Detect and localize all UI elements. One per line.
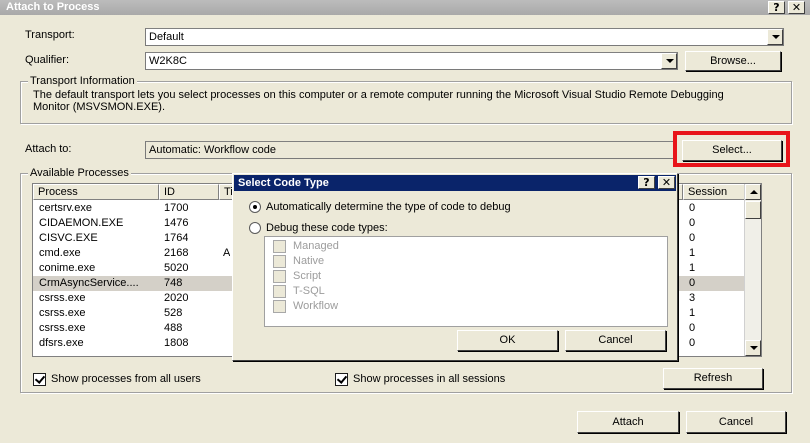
process-name: CISVC.EXE — [39, 232, 98, 244]
help-icon[interactable]: ? — [768, 1, 785, 14]
process-id: 1764 — [164, 232, 189, 244]
native-label: Native — [293, 255, 325, 267]
browse-button[interactable]: Browse... — [685, 51, 781, 71]
dialog-ok-button[interactable]: OK — [457, 330, 558, 351]
column-header-id[interactable]: ID — [159, 184, 219, 200]
process-session: 3 — [689, 292, 696, 304]
qualifier-value: W2K8C — [149, 55, 187, 67]
transport-info-title: Transport Information — [28, 75, 137, 87]
scroll-up-icon[interactable] — [745, 184, 761, 200]
transport-value: Default — [149, 31, 184, 43]
dialog-title: Select Code Type — [238, 177, 329, 189]
column-header-session[interactable]: Session — [683, 184, 745, 200]
script-checkbox[interactable] — [273, 270, 286, 283]
process-id: 528 — [164, 307, 183, 319]
process-name: csrss.exe — [39, 292, 86, 304]
workflow-label: Workflow — [293, 300, 339, 312]
auto-detect-radio[interactable] — [249, 201, 261, 213]
process-name: CIDAEMON.EXE — [39, 217, 124, 229]
debug-these-label: Debug these code types: — [266, 222, 388, 234]
show-all-sessions-label: Show processes in all sessions — [353, 373, 506, 385]
managed-label: Managed — [293, 240, 339, 252]
window-titlebar: Attach to Process ? ✕ — [0, 0, 810, 15]
process-id: 1700 — [164, 202, 189, 214]
show-all-users-label: Show processes from all users — [51, 373, 201, 385]
process-name: certsrv.exe — [39, 202, 92, 214]
process-session: 0 — [689, 232, 696, 244]
attach-to-label: Attach to: — [25, 143, 72, 155]
process-session: 0 — [689, 337, 696, 349]
transport-combo[interactable]: Default — [145, 28, 784, 46]
select-highlight-box — [673, 131, 790, 167]
scroll-thumb[interactable] — [745, 201, 761, 219]
qualifier-label: Qualifier: — [25, 54, 70, 66]
process-session: 0 — [689, 217, 696, 229]
chevron-down-icon[interactable] — [661, 53, 677, 69]
transport-label: Transport: — [25, 29, 75, 41]
select-code-type-dialog: Select Code Type ? ✕ Automatically deter… — [232, 173, 678, 361]
process-title: A — [223, 247, 231, 259]
process-name: csrss.exe — [39, 322, 86, 334]
process-list-scrollbar[interactable] — [744, 184, 761, 356]
process-session: 0 — [689, 322, 696, 334]
dialog-titlebar: Select Code Type ? ✕ — [234, 175, 676, 191]
process-name: cmd.exe — [39, 247, 81, 259]
process-id: 2168 — [164, 247, 189, 259]
dialog-cancel-button[interactable]: Cancel — [565, 330, 666, 351]
process-name: dfsrs.exe — [39, 337, 84, 349]
qualifier-combo[interactable]: W2K8C — [145, 52, 678, 70]
process-session: 0 — [689, 277, 696, 289]
process-session: 1 — [689, 262, 696, 274]
script-label: Script — [293, 270, 322, 282]
process-name: csrss.exe — [39, 307, 86, 319]
window-title: Attach to Process — [6, 1, 100, 13]
process-id: 748 — [164, 277, 183, 289]
workflow-checkbox[interactable] — [273, 300, 286, 313]
cancel-button[interactable]: Cancel — [686, 411, 786, 433]
attach-to-field: Automatic: Workflow code — [145, 141, 675, 159]
managed-checkbox[interactable] — [273, 240, 286, 253]
transport-info-text: The default transport lets you select pr… — [33, 89, 724, 113]
process-session: 1 — [689, 247, 696, 259]
debug-these-radio[interactable] — [249, 222, 261, 234]
close-icon[interactable]: ✕ — [788, 1, 805, 14]
show-all-sessions-checkbox[interactable] — [335, 373, 348, 386]
refresh-button[interactable]: Refresh — [663, 368, 763, 389]
available-processes-title: Available Processes — [28, 167, 131, 179]
process-id: 2020 — [164, 292, 189, 304]
scroll-down-icon[interactable] — [745, 340, 761, 356]
process-session: 1 — [689, 307, 696, 319]
process-id: 5020 — [164, 262, 189, 274]
process-id: 488 — [164, 322, 183, 334]
tsql-label: T-SQL — [293, 285, 325, 297]
attach-to-value: Automatic: Workflow code — [149, 144, 276, 156]
process-session: 0 — [689, 202, 696, 214]
process-name: conime.exe — [39, 262, 96, 274]
process-name: CrmAsyncService.... — [39, 277, 139, 289]
auto-detect-label: Automatically determine the type of code… — [266, 201, 511, 213]
close-icon[interactable]: ✕ — [658, 176, 675, 189]
help-icon[interactable]: ? — [638, 176, 655, 189]
process-id: 1808 — [164, 337, 189, 349]
process-id: 1476 — [164, 217, 189, 229]
chevron-down-icon[interactable] — [767, 29, 783, 45]
native-checkbox[interactable] — [273, 255, 286, 268]
attach-button[interactable]: Attach — [577, 411, 679, 433]
column-header-process[interactable]: Process — [33, 184, 159, 200]
tsql-checkbox[interactable] — [273, 285, 286, 298]
show-all-users-checkbox[interactable] — [33, 373, 46, 386]
